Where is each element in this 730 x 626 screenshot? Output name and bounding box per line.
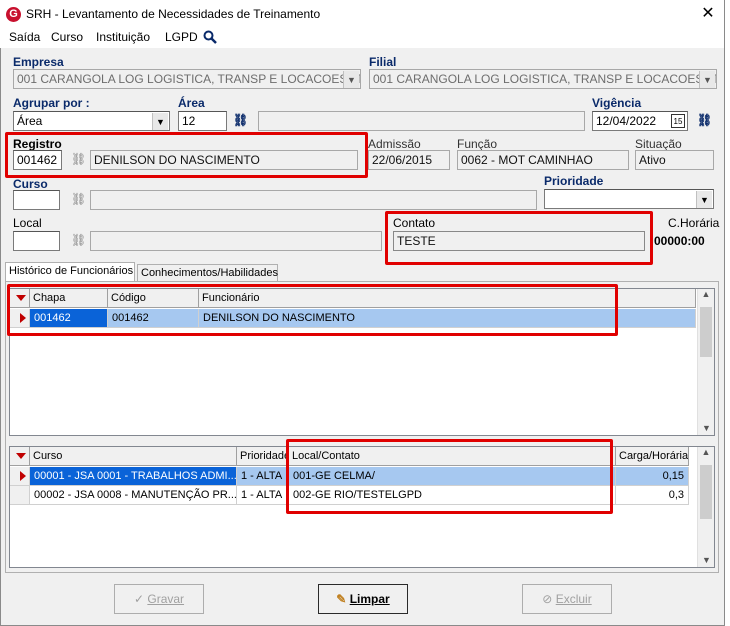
table-row-carga[interactable]: 0,3 [616, 486, 689, 505]
prioridade-select[interactable]: ▼ [544, 189, 714, 209]
curso-description [90, 190, 537, 210]
local-label: Local [13, 216, 42, 230]
area-label: Área [178, 96, 205, 110]
menu-lgpd[interactable]: LGPD [165, 30, 198, 44]
empresa-value: 001 CARANGOLA LOG LOGISTICA, TRANSP E LO… [17, 72, 361, 86]
table-row-curso[interactable]: 00002 - JSA 0008 - MANUTENÇÃO PR... [30, 486, 237, 505]
funcionarios-highlight [7, 284, 618, 336]
curso-label: Curso [13, 177, 48, 191]
window-title: SRH - Levantamento de Necessidades de Tr… [26, 7, 321, 21]
menu-curso[interactable]: Curso [51, 30, 83, 44]
close-button[interactable]: ✕ [696, 3, 720, 25]
chevron-down-icon: ▼ [152, 113, 168, 130]
limpar-button[interactable]: ✎ Limpar [318, 584, 408, 614]
header-curso[interactable]: Curso [30, 447, 237, 466]
menu-saida[interactable]: Saída [9, 30, 40, 44]
scroll-thumb[interactable] [700, 307, 712, 357]
curso-input[interactable] [13, 190, 60, 210]
area-input[interactable]: 12 [178, 111, 227, 131]
local-contato-highlight [286, 439, 613, 514]
eraser-icon: ✎ [336, 592, 347, 606]
excluir-label: Excluir [555, 592, 592, 606]
agrupar-label: Agrupar por : [13, 96, 90, 110]
scroll-up-icon[interactable]: ▲ [698, 447, 714, 457]
header-prioridade[interactable]: Prioridade [237, 447, 289, 466]
table-row-carga[interactable]: 0,15 [616, 467, 689, 486]
scrollbar-cursos[interactable]: ▲ ▼ [697, 447, 714, 567]
vigencia-value: 12/04/2022 [596, 114, 657, 128]
check-icon: ✓ [133, 592, 145, 606]
table-row-curso[interactable]: 00001 - JSA 0001 - TRABALHOS ADMI... [30, 467, 237, 486]
situacao-label: Situação [635, 137, 682, 151]
row-indicator [10, 486, 30, 505]
gravar-label: Gravar [147, 592, 185, 606]
grid-indicator-header [10, 447, 30, 466]
filial-label: Filial [369, 55, 397, 69]
scrollbar-funcionarios[interactable]: ▲ ▼ [697, 289, 714, 435]
binoculars-icon[interactable]: ⛓ [71, 152, 86, 166]
delete-icon: ⊘ [542, 592, 553, 606]
scroll-down-icon[interactable]: ▼ [698, 555, 715, 565]
choraria-value: 00000:00 [654, 234, 705, 248]
prioridade-label: Prioridade [544, 174, 604, 188]
calendar-icon[interactable]: 15 [671, 114, 685, 128]
binoculars-icon[interactable]: ⛓ [71, 192, 86, 206]
gravar-button[interactable]: ✓ Gravar [114, 584, 204, 614]
chevron-down-icon: ▼ [343, 71, 359, 88]
registro-name: DENILSON DO NASCIMENTO [90, 150, 358, 170]
binoculars-icon[interactable]: ⛓ [697, 113, 712, 127]
filial-value: 001 CARANGOLA LOG LOGISTICA, TRANSP E LO… [373, 72, 717, 86]
search-icon[interactable] [203, 30, 217, 44]
contato-input[interactable]: TESTE [393, 231, 645, 251]
admissao-value: 22/06/2015 [368, 150, 450, 170]
binoculars-icon[interactable]: ⛓ [71, 233, 86, 247]
filial-select[interactable]: 001 CARANGOLA LOG LOGISTICA, TRANSP E LO… [369, 69, 717, 89]
choraria-label: C.Horária [668, 216, 720, 230]
agrupar-value: Área [17, 114, 43, 128]
app-logo-icon: G [6, 7, 21, 22]
limpar-label: Limpar [349, 592, 390, 606]
tab-historico[interactable]: Histórico de Funcionários [5, 262, 135, 282]
table-row-prioridade[interactable]: 1 - ALTA [237, 486, 289, 505]
registro-label: Registro [13, 137, 62, 151]
local-input[interactable] [13, 231, 60, 251]
row-indicator [10, 467, 30, 486]
tab-conhecimentos[interactable]: Conhecimentos/Habilidades [137, 264, 278, 282]
scroll-down-icon[interactable]: ▼ [698, 423, 715, 433]
area-description [258, 111, 585, 131]
table-row-prioridade[interactable]: 1 - ALTA [237, 467, 289, 486]
admissao-label: Admissão [368, 137, 421, 151]
contato-label: Contato [393, 216, 436, 230]
excluir-button[interactable]: ⊘ Excluir [522, 584, 612, 614]
empresa-select[interactable]: 001 CARANGOLA LOG LOGISTICA, TRANSP E LO… [13, 69, 361, 89]
registro-input[interactable]: 001462 [13, 150, 62, 170]
local-description [90, 231, 382, 251]
scroll-up-icon[interactable]: ▲ [698, 289, 714, 299]
triangle-right-icon [20, 471, 26, 481]
vigencia-date-input[interactable]: 12/04/2022 15 [592, 111, 688, 131]
chevron-down-icon: ▼ [696, 191, 712, 208]
triangle-down-icon [16, 453, 26, 459]
vigencia-label: Vigência [592, 96, 642, 110]
header-carga-horaria[interactable]: Carga/Horária [616, 447, 689, 466]
funcao-label: Função [457, 137, 498, 151]
menu-instituicao[interactable]: Instituição [96, 30, 150, 44]
empresa-label: Empresa [13, 55, 64, 69]
agrupar-select[interactable]: Área ▼ [13, 111, 170, 131]
chevron-down-icon: ▼ [699, 71, 715, 88]
situacao-value: Ativo [635, 150, 714, 170]
binoculars-icon[interactable]: ⛓ [233, 113, 248, 127]
funcao-value: 0062 - MOT CAMINHAO [457, 150, 629, 170]
scroll-thumb[interactable] [700, 465, 712, 519]
